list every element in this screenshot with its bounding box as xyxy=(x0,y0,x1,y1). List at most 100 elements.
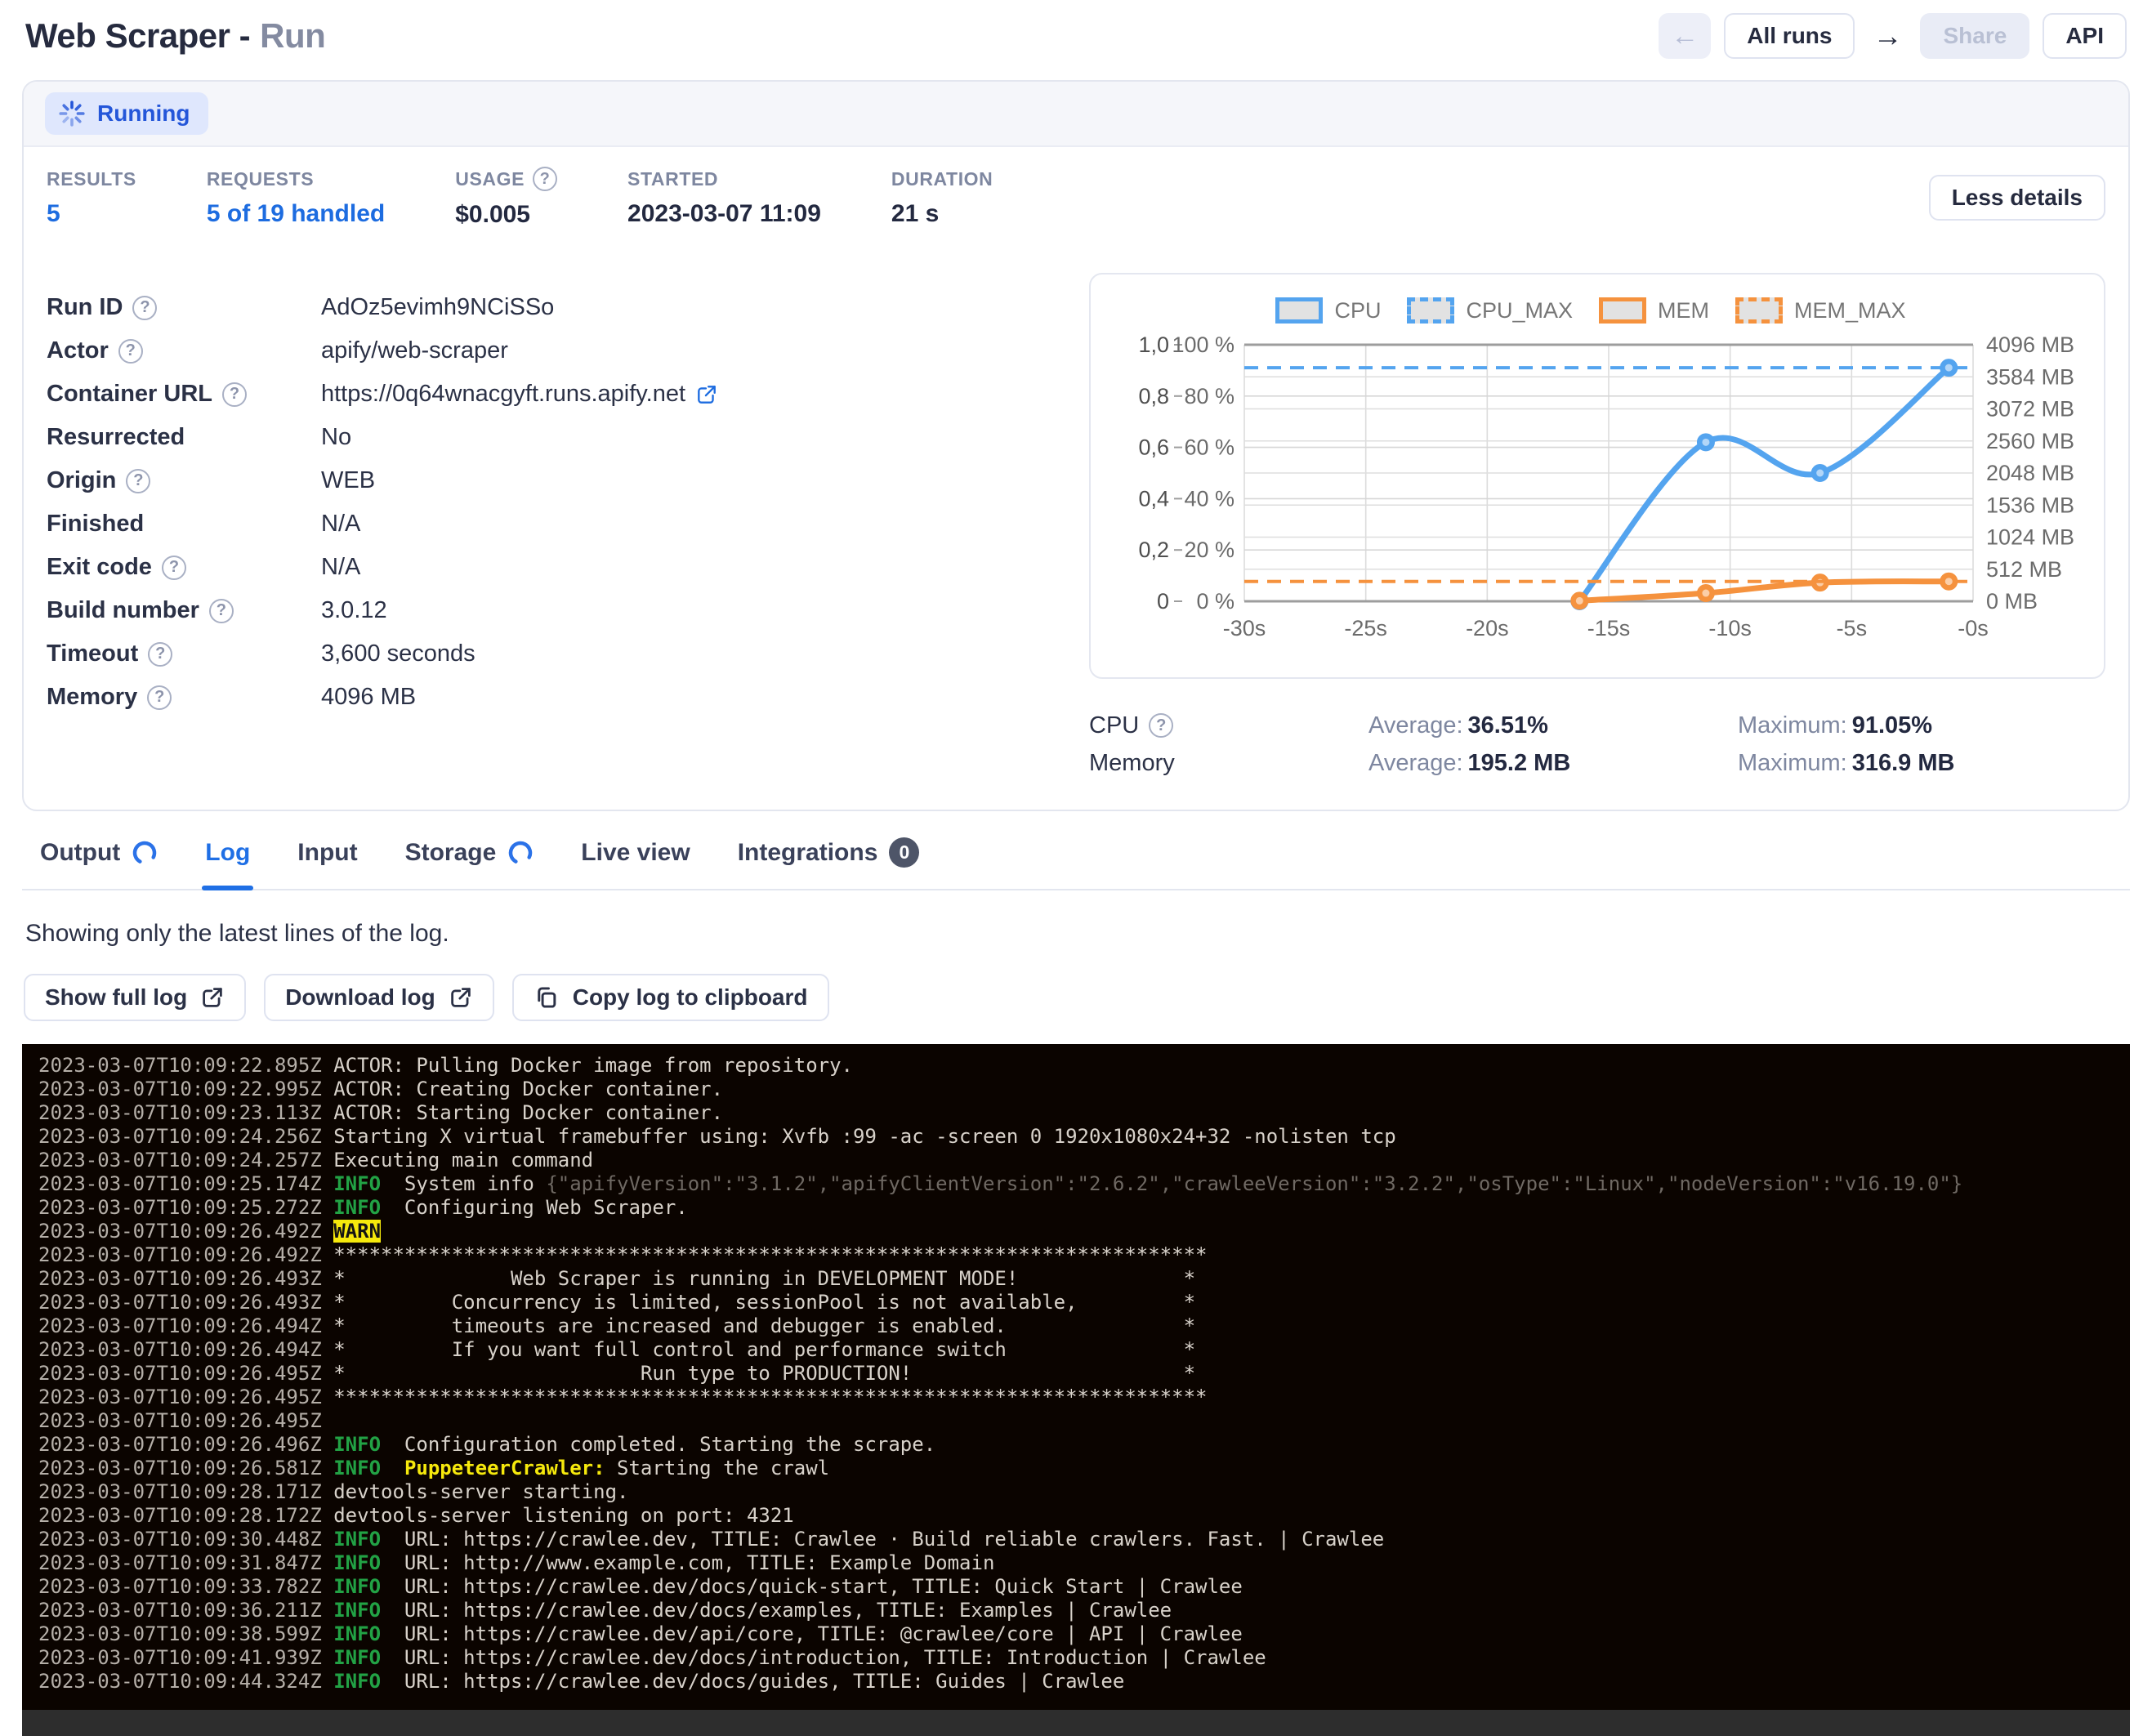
log-actions: Show full log Download log xyxy=(22,974,2130,1021)
svg-text:0 %: 0 % xyxy=(1196,589,1234,614)
duration-value: 21 s xyxy=(891,200,993,228)
tab-storage[interactable]: Storage xyxy=(405,837,534,889)
svg-text:0 MB: 0 MB xyxy=(1986,589,2038,614)
log-line: 2023-03-07T10:09:26.492Z WARN xyxy=(38,1220,2130,1243)
detail-row-timeout: Timeout? 3,600 seconds xyxy=(47,632,1056,676)
log-line: 2023-03-07T10:09:26.493Z * Concurrency i… xyxy=(38,1291,2130,1314)
svg-text:-25s: -25s xyxy=(1344,616,1387,640)
log-line: 2023-03-07T10:09:26.493Z * Web Scraper i… xyxy=(38,1267,2130,1291)
log-line: 2023-03-07T10:09:25.272Z INFO Configurin… xyxy=(38,1196,2130,1220)
loading-arc-icon xyxy=(132,840,158,866)
all-runs-button[interactable]: All runs xyxy=(1724,13,1855,59)
log-line: 2023-03-07T10:09:26.492Z ***************… xyxy=(38,1243,2130,1267)
loading-arc-icon xyxy=(507,840,534,866)
help-icon[interactable]: ? xyxy=(118,339,143,364)
tab-live-view[interactable]: Live view xyxy=(581,837,690,889)
help-icon[interactable]: ? xyxy=(533,167,557,191)
status-strip: Running xyxy=(24,82,2128,147)
tab-integrations[interactable]: Integrations 0 xyxy=(738,837,920,889)
share-label: Share xyxy=(1943,23,2007,49)
svg-text:512 MB: 512 MB xyxy=(1986,557,2062,582)
run-detail-page: Web Scraper - Run ← All runs → Share API xyxy=(0,0,2152,1717)
actor-link[interactable]: apify/web-scraper xyxy=(321,337,508,364)
svg-text:1,0: 1,0 xyxy=(1138,332,1169,357)
detail-row-build-number: Build number? 3.0.12 xyxy=(47,589,1056,632)
page-title-main: Web Scraper - xyxy=(25,16,250,55)
console-horizontal-scrollbar[interactable] xyxy=(22,1710,2130,1736)
svg-text:100 %: 100 % xyxy=(1172,332,1234,357)
show-full-log-button[interactable]: Show full log xyxy=(24,974,246,1021)
detail-row-exit-code: Exit code? N/A xyxy=(47,546,1056,589)
previous-run-button[interactable]: ← xyxy=(1659,13,1711,59)
started-value: 2023-03-07 11:09 xyxy=(627,200,821,228)
help-icon[interactable]: ? xyxy=(222,382,247,407)
cpu-stats-row: CPU ? Average:36.51% Maximum:91.05% xyxy=(1089,707,2105,744)
container-url-link[interactable]: https://0q64wnacgyft.runs.apify.net xyxy=(321,381,718,408)
tab-output[interactable]: Output xyxy=(40,837,158,889)
svg-text:0,8: 0,8 xyxy=(1138,384,1169,408)
download-log-button[interactable]: Download log xyxy=(264,974,494,1021)
svg-text:0: 0 xyxy=(1157,589,1169,614)
log-line: 2023-03-07T10:09:28.172Z devtools-server… xyxy=(38,1504,2130,1528)
log-line: 2023-03-07T10:09:28.171Z devtools-server… xyxy=(38,1480,2130,1504)
metrics-column: CPU CPU_MAX MEM MEM_MAX xyxy=(1089,273,2105,782)
build-number-link[interactable]: 3.0.12 xyxy=(321,597,387,624)
legend-mem-max: MEM_MAX xyxy=(1735,297,1906,324)
legend-mem: MEM xyxy=(1599,297,1709,324)
detail-row-finished: Finished N/A xyxy=(47,502,1056,546)
help-icon[interactable]: ? xyxy=(148,642,172,667)
cpu-memory-chart: -30s-25s-20s-15s-10s-5s-0s00,20,40,60,81… xyxy=(1091,332,2104,660)
help-icon[interactable]: ? xyxy=(132,296,157,320)
run-tabs: Output Log Input Storage Live view Integ… xyxy=(22,814,2130,890)
header-controls: ← All runs → Share API xyxy=(1659,13,2127,59)
run-details-list: Run ID? AdOz5evimh9NCiSSo Actor? apify/w… xyxy=(47,273,1056,782)
metrics-chart-panel: CPU CPU_MAX MEM MEM_MAX xyxy=(1089,273,2105,679)
help-icon[interactable]: ? xyxy=(126,469,150,493)
svg-text:2048 MB: 2048 MB xyxy=(1986,461,2074,485)
svg-text:4096 MB: 4096 MB xyxy=(1986,332,2074,357)
page-title-sub: Run xyxy=(260,16,325,55)
stat-results: RESULTS 5 xyxy=(47,168,136,228)
svg-text:3072 MB: 3072 MB xyxy=(1986,397,2074,422)
log-console[interactable]: 2023-03-07T10:09:22.895Z ACTOR: Pulling … xyxy=(22,1044,2130,1736)
log-line: 2023-03-07T10:09:26.494Z * timeouts are … xyxy=(38,1314,2130,1338)
help-icon[interactable]: ? xyxy=(147,685,172,710)
help-icon[interactable]: ? xyxy=(162,556,186,580)
log-lines: 2023-03-07T10:09:22.895Z ACTOR: Pulling … xyxy=(38,1054,2130,1694)
cpu-swatch xyxy=(1275,297,1323,324)
results-value[interactable]: 5 xyxy=(47,200,136,228)
svg-text:0,2: 0,2 xyxy=(1138,538,1169,562)
tab-input[interactable]: Input xyxy=(297,837,357,889)
svg-text:1536 MB: 1536 MB xyxy=(1986,493,2074,517)
svg-text:60 %: 60 % xyxy=(1184,435,1234,460)
requests-value[interactable]: 5 of 19 handled xyxy=(207,200,385,228)
detail-row-run-id: Run ID? AdOz5evimh9NCiSSo xyxy=(47,286,1056,329)
tab-log[interactable]: Log xyxy=(205,837,250,889)
run-id-value: AdOz5evimh9NCiSSo xyxy=(321,294,554,321)
integrations-count-badge: 0 xyxy=(889,837,919,868)
memory-stats-row: Memory Average:195.2 MB Maximum:316.9 MB xyxy=(1089,744,2105,782)
detail-row-actor: Actor? apify/web-scraper xyxy=(47,329,1056,373)
mem-max-swatch xyxy=(1735,297,1783,324)
less-details-button[interactable]: Less details xyxy=(1929,175,2105,221)
log-line: 2023-03-07T10:09:33.782Z INFO URL: https… xyxy=(38,1575,2130,1599)
next-run-button[interactable]: → xyxy=(1868,13,1907,59)
help-icon[interactable]: ? xyxy=(209,599,234,623)
api-button[interactable]: API xyxy=(2043,13,2127,59)
api-label: API xyxy=(2065,23,2104,49)
log-line: 2023-03-07T10:09:36.211Z INFO URL: https… xyxy=(38,1599,2130,1622)
status-badge: Running xyxy=(45,92,208,135)
detail-row-container-url: Container URL? https://0q64wnacgyft.runs… xyxy=(47,373,1056,416)
svg-text:-0s: -0s xyxy=(1958,616,1989,640)
mem-swatch xyxy=(1599,297,1646,324)
log-line: 2023-03-07T10:09:26.495Z xyxy=(38,1409,2130,1433)
copy-icon xyxy=(534,984,560,1011)
share-button[interactable]: Share xyxy=(1920,13,2029,59)
external-link-icon xyxy=(695,383,718,406)
top-bar: Web Scraper - Run ← All runs → Share API xyxy=(22,0,2130,80)
status-label: Running xyxy=(97,100,190,127)
copy-log-button[interactable]: Copy log to clipboard xyxy=(512,974,829,1021)
help-icon[interactable]: ? xyxy=(1149,713,1173,738)
detail-row-origin: Origin? WEB xyxy=(47,459,1056,502)
arrow-right-icon: → xyxy=(1873,19,1902,53)
